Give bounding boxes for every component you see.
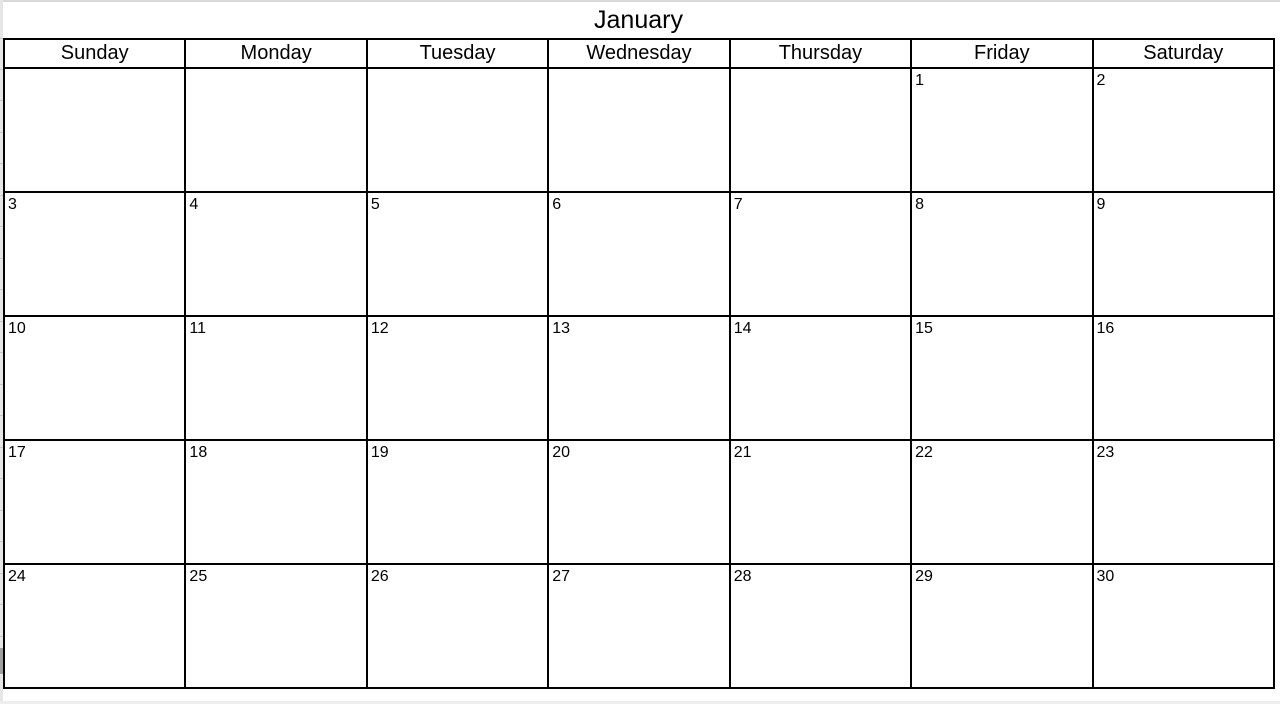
- day-number: [549, 69, 728, 72]
- day-number: 17: [8, 444, 26, 461]
- day-cell[interactable]: [184, 67, 368, 193]
- month-title: January: [594, 6, 683, 34]
- day-number: 18: [189, 444, 208, 461]
- weekday-header: Tuesday: [365, 38, 550, 69]
- day-cell[interactable]: 11: [184, 315, 368, 441]
- weekday-header-row: Sunday Monday Tuesday Wednesday Thursday…: [2, 38, 1276, 69]
- day-number: 20: [552, 444, 571, 461]
- day-number: 21: [733, 444, 752, 461]
- day-number: 6: [552, 196, 562, 213]
- top-border: [0, 0, 1280, 2]
- day-cell[interactable]: 24: [2, 563, 187, 689]
- week-row: 10 11 12 13 14 15 16: [2, 315, 1276, 441]
- day-cell[interactable]: 21: [728, 439, 913, 565]
- day-number: 24: [8, 568, 26, 585]
- day-cell[interactable]: [547, 67, 731, 193]
- day-number: 3: [8, 196, 17, 213]
- week-row: 3 4 5 6 7 8 9: [2, 191, 1276, 317]
- weekday-header: Monday: [184, 38, 368, 69]
- day-number: 23: [1096, 444, 1115, 461]
- day-number: [5, 69, 184, 72]
- day-number: 27: [552, 568, 571, 585]
- day-cell[interactable]: 16: [1091, 315, 1276, 441]
- weekday-header: Friday: [910, 38, 1094, 69]
- day-number: 14: [733, 320, 752, 337]
- day-number: 11: [189, 320, 207, 337]
- day-cell[interactable]: 19: [365, 439, 550, 565]
- day-cell[interactable]: 17: [2, 439, 187, 565]
- day-number: [731, 69, 910, 72]
- day-cell[interactable]: [2, 67, 187, 193]
- day-cell[interactable]: 12: [365, 315, 550, 441]
- day-number: 12: [370, 320, 389, 337]
- week-row: 1 2: [2, 67, 1276, 193]
- calendar-grid: Sunday Monday Tuesday Wednesday Thursday…: [2, 38, 1276, 689]
- day-cell[interactable]: [365, 67, 550, 193]
- day-number: 15: [915, 320, 933, 337]
- day-cell[interactable]: 29: [910, 563, 1094, 689]
- weekday-header: Wednesday: [547, 38, 731, 69]
- day-number: 10: [8, 320, 26, 337]
- day-cell[interactable]: 23: [1091, 439, 1276, 565]
- day-number: 22: [915, 444, 933, 461]
- day-number: 30: [1096, 568, 1115, 585]
- day-cell[interactable]: 9: [1091, 191, 1276, 317]
- weekday-header: Thursday: [728, 38, 913, 69]
- day-cell[interactable]: 6: [547, 191, 731, 317]
- weekday-header: Saturday: [1091, 38, 1276, 69]
- day-number: 25: [189, 568, 208, 585]
- week-row: 24 25 26 27 28 29 30: [2, 563, 1276, 689]
- day-cell[interactable]: 18: [184, 439, 368, 565]
- day-cell[interactable]: 1: [910, 67, 1094, 193]
- day-cell[interactable]: 26: [365, 563, 550, 689]
- day-cell[interactable]: 15: [910, 315, 1094, 441]
- day-number: [368, 69, 547, 72]
- day-number: 13: [552, 320, 571, 337]
- day-number: 29: [915, 568, 933, 585]
- day-number: 1: [915, 72, 925, 89]
- day-number: 5: [370, 196, 380, 213]
- day-cell[interactable]: 3: [2, 191, 187, 317]
- day-number: 2: [1096, 72, 1106, 89]
- day-number: 19: [370, 444, 389, 461]
- day-cell[interactable]: 13: [547, 315, 731, 441]
- day-cell[interactable]: 22: [910, 439, 1094, 565]
- day-cell[interactable]: 14: [728, 315, 913, 441]
- day-number: 4: [189, 196, 199, 213]
- day-cell[interactable]: 20: [547, 439, 731, 565]
- day-cell[interactable]: 28: [728, 563, 913, 689]
- week-row: 17 18 19 20 21 22 23: [2, 439, 1276, 565]
- day-cell[interactable]: [728, 67, 913, 193]
- day-number: 8: [915, 196, 925, 213]
- day-cell[interactable]: 4: [184, 191, 368, 317]
- day-cell[interactable]: 5: [365, 191, 550, 317]
- day-cell[interactable]: 2: [1091, 67, 1276, 193]
- weekday-header: Sunday: [2, 38, 187, 69]
- day-cell[interactable]: 30: [1091, 563, 1276, 689]
- day-cell[interactable]: 27: [547, 563, 731, 689]
- day-cell[interactable]: 8: [910, 191, 1094, 317]
- day-cell[interactable]: 25: [184, 563, 368, 689]
- day-number: 16: [1096, 320, 1115, 337]
- day-number: 28: [733, 568, 752, 585]
- calendar-page: January Sunday Monday Tuesday Wednesday …: [0, 0, 1280, 704]
- day-number: 9: [1096, 196, 1106, 213]
- day-cell[interactable]: 7: [728, 191, 913, 317]
- day-number: 7: [733, 196, 743, 213]
- day-number: 26: [370, 568, 389, 585]
- day-cell[interactable]: 10: [2, 315, 187, 441]
- day-number: [186, 69, 365, 72]
